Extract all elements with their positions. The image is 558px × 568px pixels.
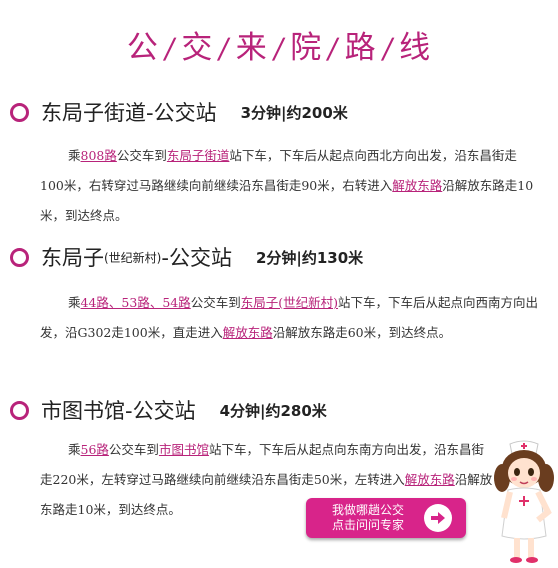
stop-suffix: -公交站 xyxy=(161,246,232,270)
distance-label: 2分钟|约130米 xyxy=(255,248,364,267)
title-separator: / xyxy=(270,32,288,65)
title-char: 线 xyxy=(399,30,432,66)
nurse-icon xyxy=(494,440,554,563)
stop-subname: (世纪新村) xyxy=(104,250,162,265)
ring-icon xyxy=(10,400,29,420)
ask-expert-label: 我做哪趟公交 点击问问专家 xyxy=(332,503,404,533)
ring-icon xyxy=(10,247,29,267)
route-text: 沿解放东路走60米，到达终点。 xyxy=(272,325,452,340)
route-link[interactable]: 解放东路 xyxy=(223,325,273,340)
title-char: 路 xyxy=(344,30,377,66)
route-description-2: 乘44路、53路、54路公交车到东局子(世纪新村)站下车，下车后从起点向西南方向… xyxy=(40,288,540,348)
stop-suffix: -公交站 xyxy=(146,101,217,125)
route-link[interactable]: 解放东路 xyxy=(405,472,455,487)
section-header-1: 东局子街道 -公交站 3分钟|约200米 xyxy=(10,97,348,127)
ring-icon xyxy=(10,102,29,122)
section-header-2: 东局子 (世纪新村) -公交站 2分钟|约130米 xyxy=(10,242,363,272)
ask-expert-button[interactable]: 我做哪趟公交 点击问问专家 xyxy=(306,498,466,538)
ask-expert-line2: 点击问问专家 xyxy=(332,518,405,532)
route-link[interactable]: 解放东路 xyxy=(392,178,442,193)
route-link[interactable]: 56路 xyxy=(81,442,109,457)
title-separator: / xyxy=(325,32,342,65)
distance-label: 3分钟|约200米 xyxy=(240,103,348,122)
title-separator: / xyxy=(379,32,397,65)
stop-suffix: -公交站 xyxy=(125,399,196,423)
route-link[interactable]: 东局子(世纪新村) xyxy=(241,295,338,310)
ask-expert-line1: 我做哪趟公交 xyxy=(332,503,405,517)
route-description-1: 乘808路公交车到东局子街道站下车，下车后从起点向西北方向出发，沿东昌街走100… xyxy=(40,141,540,231)
route-text: 公交车到 xyxy=(108,442,159,457)
stop-name: 市图书馆 xyxy=(41,399,125,423)
route-link[interactable]: 44路、53路、54路 xyxy=(81,295,191,310)
stop-name: 东局子 xyxy=(41,246,104,270)
distance-label: 4分钟|约280米 xyxy=(219,401,327,420)
route-text: 乘 xyxy=(68,442,81,457)
title-char: 交 xyxy=(181,30,214,66)
route-text: 乘 xyxy=(68,295,81,310)
title-separator: / xyxy=(216,32,233,65)
stop-name: 东局子街道 xyxy=(41,101,146,125)
route-text: 乘 xyxy=(68,148,81,163)
title-separator: / xyxy=(161,32,179,65)
arrow-right-icon xyxy=(424,504,452,532)
route-link[interactable]: 808路 xyxy=(81,148,117,163)
route-link[interactable]: 市图书馆 xyxy=(159,442,209,457)
route-text: 公交车到 xyxy=(190,295,241,310)
title-char: 公 xyxy=(126,30,159,66)
page-title: 公/交/来/院/路/线 xyxy=(0,22,558,67)
title-char: 来 xyxy=(235,30,268,66)
title-char: 院 xyxy=(290,30,323,66)
route-link[interactable]: 东局子街道 xyxy=(167,148,230,163)
section-header-3: 市图书馆 -公交站 4分钟|约280米 xyxy=(10,395,327,425)
route-text: 公交车到 xyxy=(116,148,167,163)
